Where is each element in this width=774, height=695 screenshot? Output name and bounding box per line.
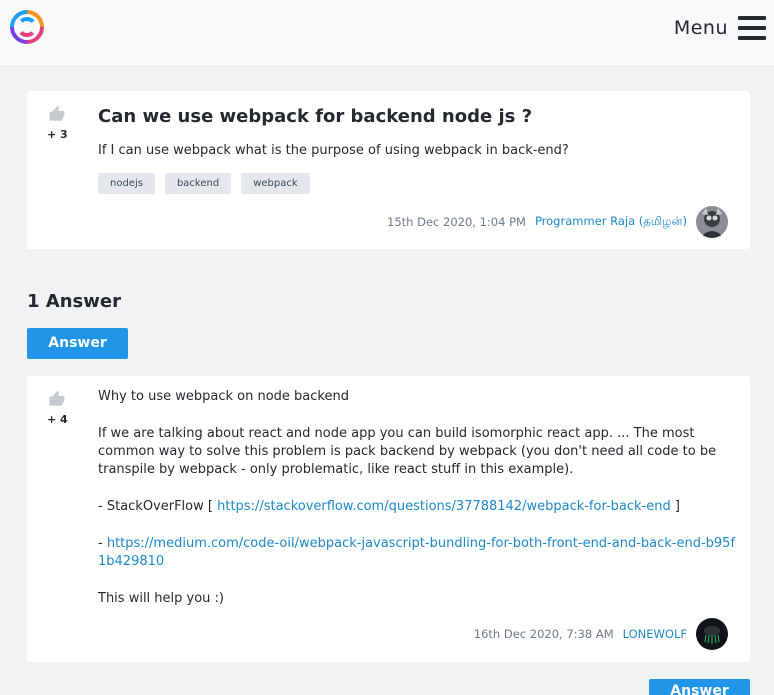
answer-score: + 4 [47,413,68,426]
answer-meta: 16th Dec 2020, 7:38 AM LONEWOLF [474,618,728,650]
answer-intro: Why to use webpack on node backend [98,389,349,404]
tag-nodejs[interactable]: nodejs [98,173,155,194]
answer-closing: This will help you :) [98,591,225,606]
answer-card: + 4 Why to use webpack on node backend I… [27,376,750,662]
thumbs-up-icon[interactable] [48,390,66,408]
answer-button-bottom[interactable]: Answer [649,679,750,695]
medium-link[interactable]: https://medium.com/code-oil/webpack-java… [98,536,735,569]
question-score: + 3 [47,128,68,141]
answer-paragraph: If we are talking about react and node a… [98,426,717,477]
answer-reference-2: - https://medium.com/code-oil/webpack-ja… [98,535,738,571]
tag-webpack[interactable]: webpack [241,173,310,194]
answer-author-avatar[interactable] [696,618,728,650]
reference-2-prefix: - [98,536,107,551]
menu-label: Menu [673,17,728,39]
reference-1-prefix: - StackOverFlow [ [98,499,218,514]
answer-author-link[interactable]: LONEWOLF [623,627,687,641]
question-author-avatar[interactable] [696,206,728,238]
tag-list: nodejs backend webpack [98,173,310,194]
menu-button[interactable]: Menu [674,14,766,42]
reference-1-suffix: ] [670,499,680,514]
question-card: + 3 Can we use webpack for backend node … [27,91,750,249]
question-meta: 15th Dec 2020, 1:04 PM Programmer Raja (… [387,206,728,238]
question-title: Can we use webpack for backend node js ? [98,106,533,127]
question-date: 15th Dec 2020, 1:04 PM [387,215,526,229]
answer-reference-1: - StackOverFlow [ https://stackoverflow.… [98,498,738,516]
stackoverflow-link[interactable]: https://stackoverflow.com/questions/3778… [217,499,671,514]
answer-body: Why to use webpack on node backend If we… [98,388,738,608]
answer-button[interactable]: Answer [27,328,128,359]
site-logo-icon[interactable] [10,10,44,44]
thumbs-up-icon[interactable] [48,105,66,123]
tag-backend[interactable]: backend [164,173,232,194]
hamburger-icon [738,16,766,40]
top-navigation-bar: Menu [0,0,774,67]
question-vote: + 3 [47,105,68,141]
answer-vote: + 4 [47,390,68,426]
question-body: If I can use webpack what is the purpose… [98,143,569,158]
answers-count-heading: 1 Answer [27,291,121,312]
question-author-link[interactable]: Programmer Raja (தமிழன்) [535,214,687,230]
answer-date: 16th Dec 2020, 7:38 AM [473,627,614,641]
